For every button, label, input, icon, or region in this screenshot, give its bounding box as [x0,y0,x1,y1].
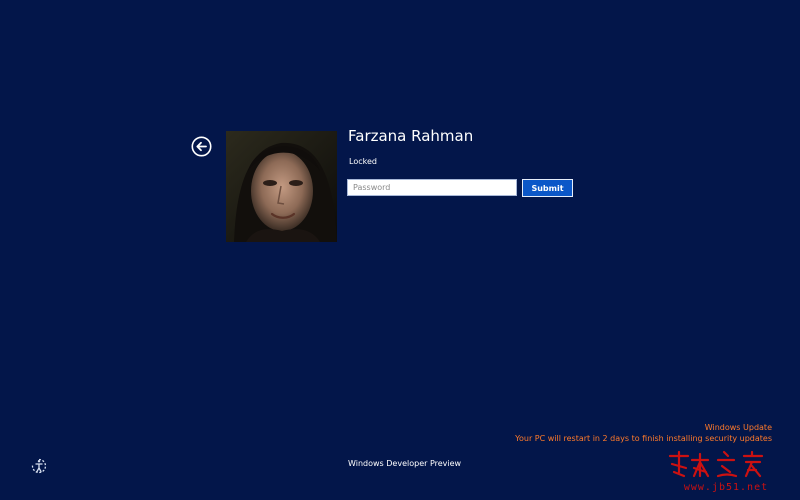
ease-of-access-button[interactable] [30,457,48,475]
account-status: Locked [349,157,377,166]
user-name: Farzana Rahman [348,127,474,145]
edition-label: Windows Developer Preview [348,459,462,468]
lock-screen: Farzana Rahman Locked Submit Windows Upd… [0,0,800,500]
submit-button[interactable]: Submit [522,179,573,197]
windows-update-message: Your PC will restart in 2 days to finish… [515,434,772,443]
back-arrow-icon [191,136,212,157]
site-watermark: www.jb51.net [664,446,788,494]
password-field[interactable] [347,179,517,196]
avatar [226,131,337,242]
windows-update-title: Windows Update [704,423,772,432]
user-photo [226,131,337,242]
ease-of-access-icon [31,458,47,474]
watermark-logo: www.jb51.net [668,450,768,493]
back-button[interactable] [191,136,212,157]
svg-text:www.jb51.net: www.jb51.net [684,482,768,493]
